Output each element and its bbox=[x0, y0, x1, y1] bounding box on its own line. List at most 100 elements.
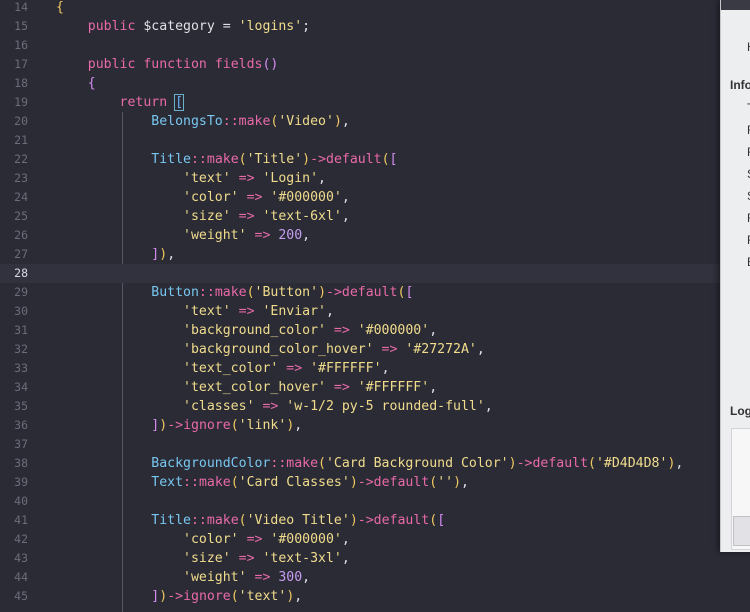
code-token: ; bbox=[302, 19, 311, 34]
code-token: function bbox=[143, 57, 207, 72]
code-line[interactable]: 41 Title::make('Video Title')->default([ bbox=[0, 511, 750, 530]
code-line[interactable]: 42 'color' => '#000000', bbox=[0, 530, 750, 549]
code-line[interactable]: 25 'size' => 'text-6xl', bbox=[0, 207, 750, 226]
code-token: => bbox=[254, 399, 287, 414]
code-token: 'Video Title' bbox=[246, 513, 350, 528]
code-token: 'text' bbox=[183, 304, 231, 319]
code-line[interactable]: 19 return [ bbox=[0, 93, 750, 112]
code-line[interactable]: 29 Button::make('Button')->default([ bbox=[0, 283, 750, 302]
code-line[interactable]: 22 Title::make('Title')->default([ bbox=[0, 150, 750, 169]
code-line[interactable]: 15 public $category = 'logins'; bbox=[0, 17, 750, 36]
code-line[interactable]: 45 ])->ignore('text'), bbox=[0, 587, 750, 606]
code-token: => bbox=[246, 228, 279, 243]
code-text: 'weight' => 200, bbox=[56, 226, 310, 245]
code-text: Text::make('Card Classes')->default(''), bbox=[56, 473, 469, 492]
code-line[interactable]: 20 BelongsTo::make('Video'), bbox=[0, 112, 750, 131]
code-line[interactable]: 24 'color' => '#000000', bbox=[0, 188, 750, 207]
code-line[interactable]: 30 'text' => 'Enviar', bbox=[0, 302, 750, 321]
code-token: 'w-1/2 py-5 rounded-full' bbox=[286, 399, 485, 414]
code-token: ) bbox=[349, 513, 358, 528]
code-token: default bbox=[373, 513, 430, 528]
code-line[interactable]: 14 { bbox=[0, 0, 750, 17]
code-token: $category = bbox=[135, 19, 239, 34]
code-line[interactable]: 27 ]), bbox=[0, 245, 750, 264]
line-number: 39 bbox=[14, 475, 28, 489]
code-token: 'text-3xl' bbox=[262, 551, 342, 566]
code-token: 'weight' bbox=[183, 570, 247, 585]
code-token: ( bbox=[230, 589, 239, 604]
code-line[interactable]: 16 bbox=[0, 36, 750, 55]
code-text: 'text' => 'Enviar', bbox=[56, 302, 334, 321]
code-token: 'background_color_hover' bbox=[183, 342, 374, 357]
code-token: 'text' bbox=[238, 589, 287, 604]
code-token: make bbox=[206, 513, 239, 528]
code-token: public bbox=[87, 57, 136, 72]
code-token: , bbox=[429, 323, 438, 338]
code-token: :: bbox=[190, 513, 207, 528]
code-line[interactable]: 39 Text::make('Card Classes')->default('… bbox=[0, 473, 750, 492]
code-token: '#FFFFFF' bbox=[357, 380, 430, 395]
code-line[interactable]: 35 'classes' => 'w-1/2 py-5 rounded-full… bbox=[0, 397, 750, 416]
code-line[interactable]: 40 bbox=[0, 492, 750, 511]
log-action-button[interactable] bbox=[733, 516, 750, 546]
line-number: 41 bbox=[14, 513, 28, 527]
code-token: ( bbox=[238, 152, 247, 167]
code-token: -> bbox=[357, 475, 374, 490]
code-line[interactable]: 43 'size' => 'text-3xl', bbox=[0, 549, 750, 568]
code-text: 'text_color_hover' => '#FFFFFF', bbox=[56, 378, 437, 397]
code-token: -> bbox=[516, 456, 533, 471]
line-number: 26 bbox=[14, 228, 28, 242]
code-line[interactable]: 28 bbox=[0, 264, 750, 283]
code-token: , bbox=[294, 418, 303, 433]
code-line[interactable]: 31 'background_color' => '#000000', bbox=[0, 321, 750, 340]
code-token: 'text-6xl' bbox=[262, 209, 342, 224]
code-token: , bbox=[341, 551, 350, 566]
code-token: '#000000' bbox=[270, 532, 342, 547]
code-line[interactable]: 17 public function fields() bbox=[0, 55, 750, 74]
code-line[interactable]: 18 { bbox=[0, 74, 750, 93]
code-line[interactable]: 34 'text_color_hover' => '#FFFFFF', bbox=[0, 378, 750, 397]
code-token: default bbox=[532, 456, 589, 471]
code-line[interactable]: 36 ])->ignore('link'), bbox=[0, 416, 750, 435]
code-token: Text bbox=[151, 475, 184, 490]
code-line[interactable]: 44 'weight' => 300, bbox=[0, 568, 750, 587]
code-line[interactable]: 38 BackgroundColor::make('Card Backgroun… bbox=[0, 454, 750, 473]
code-token: -> bbox=[326, 285, 342, 300]
line-number: 24 bbox=[14, 190, 28, 204]
line-number: 40 bbox=[14, 494, 28, 508]
code-text: public function fields() bbox=[56, 55, 279, 74]
code-line[interactable]: 33 'text_color' => '#FFFFFF', bbox=[0, 359, 750, 378]
code-token: '#FFFFFF' bbox=[310, 361, 382, 376]
code-token: , bbox=[675, 456, 684, 471]
code-token: -> bbox=[167, 418, 184, 433]
code-token: , bbox=[294, 589, 303, 604]
code-text: 'color' => '#000000', bbox=[56, 188, 350, 207]
code-token: , bbox=[381, 361, 390, 376]
code-text: Title::make('Video Title')->default([ bbox=[56, 511, 445, 530]
code-token: => bbox=[230, 171, 263, 186]
code-token: 'link' bbox=[238, 418, 287, 433]
code-token: 'weight' bbox=[183, 228, 247, 243]
code-line[interactable]: 37 bbox=[0, 435, 750, 454]
code-token: ) bbox=[349, 475, 358, 490]
line-number: 20 bbox=[14, 114, 28, 128]
code-line[interactable]: 21 bbox=[0, 131, 750, 150]
code-line[interactable]: 26 'weight' => 200, bbox=[0, 226, 750, 245]
code-editor[interactable]: 14 {15 public $category = 'logins'; 16 17 p… bbox=[0, 0, 750, 612]
code-token: 'background_color' bbox=[183, 323, 326, 338]
code-line[interactable]: 23 'text' => 'Login', bbox=[0, 169, 750, 188]
code-text: BelongsTo::make('Video'), bbox=[56, 112, 350, 131]
code-text: 'text' => 'Login', bbox=[56, 169, 326, 188]
code-token: make bbox=[214, 285, 247, 300]
code-line[interactable]: 32 'background_color_hover' => '#27272A'… bbox=[0, 340, 750, 359]
